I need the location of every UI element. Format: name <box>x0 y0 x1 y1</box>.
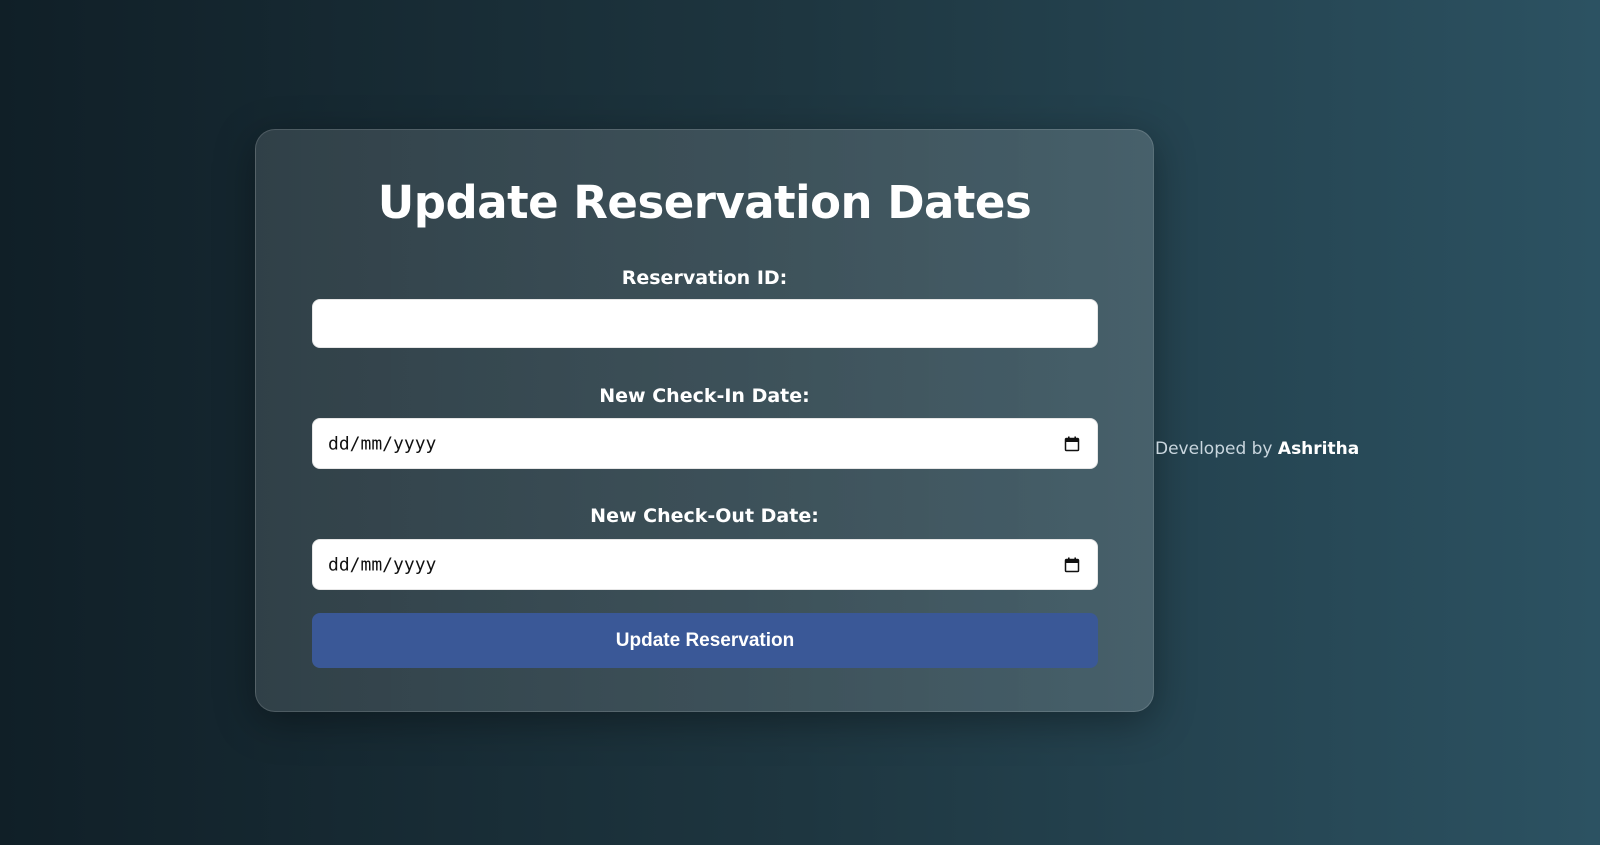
check-in-date-placeholder: dd/mm/yyyy <box>328 433 437 454</box>
calendar-icon[interactable] <box>1064 436 1080 452</box>
reservation-form-card: Update Reservation Dates Reservation ID:… <box>255 129 1154 712</box>
check-out-date-label: New Check-Out Date: <box>590 505 819 527</box>
check-out-date-input[interactable]: dd/mm/yyyy <box>312 539 1098 590</box>
footer-credit: Developed by Ashritha <box>1155 439 1359 459</box>
check-in-date-label: New Check-In Date: <box>599 385 810 407</box>
footer-author-name: Ashritha <box>1277 439 1360 459</box>
reservation-id-label: Reservation ID: <box>621 267 788 289</box>
page-title: Update Reservation Dates <box>377 176 1032 229</box>
check-in-date-input[interactable]: dd/mm/yyyy <box>312 418 1098 469</box>
update-reservation-button[interactable]: Update Reservation <box>312 613 1098 668</box>
check-out-date-placeholder: dd/mm/yyyy <box>328 554 437 575</box>
reservation-id-input[interactable] <box>312 299 1098 348</box>
footer-credit-prefix: Developed by <box>1155 439 1273 459</box>
calendar-icon[interactable] <box>1064 557 1080 573</box>
